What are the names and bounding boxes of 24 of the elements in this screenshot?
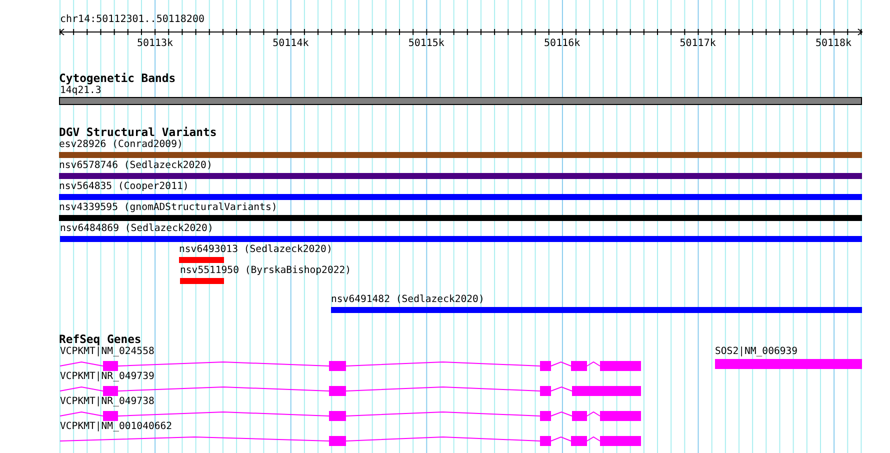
variant-label: nsv5511950 (ByrskaBishop2022) — [180, 265, 352, 276]
tick-label: 50116k — [544, 38, 580, 49]
track-title: Cytogenetic Bands — [59, 72, 177, 85]
transcript-label: VCPKMT|NR_049738 — [60, 396, 154, 407]
tick-label: 50114k — [272, 38, 309, 49]
tick-label: 50118k — [815, 38, 852, 49]
transcript-label: VCPKMT|NR_049739 — [60, 371, 154, 382]
variant-label: nsv6493013 (Sedlazeck2020) — [179, 244, 332, 255]
variant-label: nsv6484869 (Sedlazeck2020) — [60, 223, 214, 234]
variant-label: nsv4339595 (gnomADStructuralVariants) — [59, 202, 278, 213]
band-label: 14q21.3 — [60, 85, 102, 96]
transcript-label: VCPKMT|NM_024558 — [60, 346, 154, 357]
ruler-title: chr14:50112301..50118200 — [60, 14, 206, 26]
tick-label: 50115k — [408, 38, 444, 49]
variant-label: nsv564835 (Cooper2011) — [59, 181, 189, 192]
gene-label: SOS2|NM_006939 — [715, 346, 799, 357]
tick-label: 50117k — [680, 38, 716, 49]
variant-label: nsv6578746 (Sedlazeck2020) — [59, 160, 212, 171]
tick-label: 50113k — [136, 38, 174, 49]
transcript-label: VCPKMT|NM_001040662 — [60, 421, 172, 432]
track-title: RefSeq Genes — [59, 333, 142, 346]
variant-label: esv28926 (Conrad2009) — [59, 139, 183, 150]
variant-label: nsv6491482 (Sedlazeck2020) — [331, 294, 484, 305]
track-title: DGV Structural Variants — [59, 126, 218, 139]
